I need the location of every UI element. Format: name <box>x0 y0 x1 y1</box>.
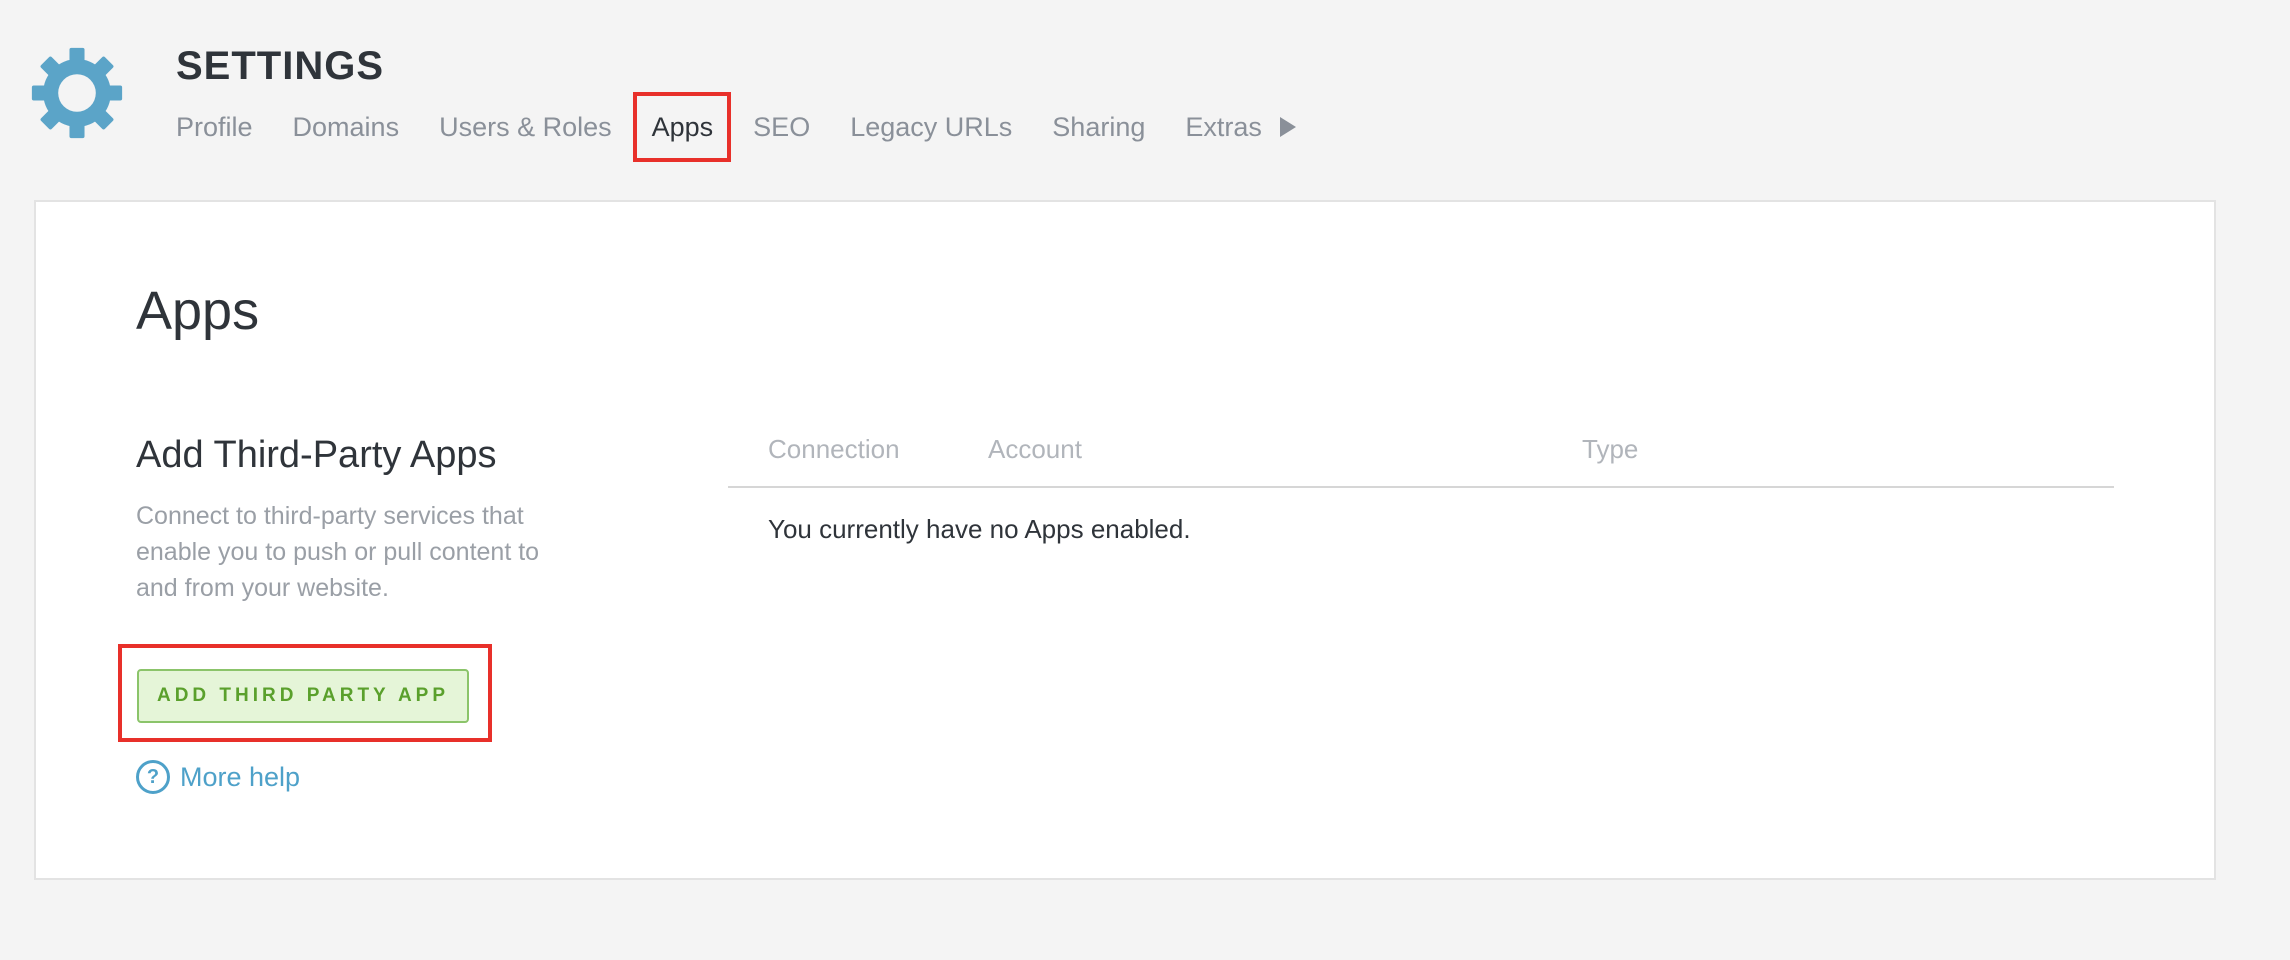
empty-state-message: You currently have no Apps enabled. <box>768 514 1191 544</box>
column-header-connection: Connection <box>768 434 900 464</box>
tab-domains[interactable]: Domains <box>293 104 400 150</box>
column-header-type: Type <box>1582 434 1639 464</box>
tab-sharing[interactable]: Sharing <box>1052 104 1145 150</box>
tab-profile[interactable]: Profile <box>176 104 253 150</box>
triangle-right-icon[interactable] <box>1279 117 1296 137</box>
settings-nav: Profile Domains Users & Roles Apps SEO L… <box>176 92 1296 162</box>
help-icon: ? <box>136 760 170 794</box>
tab-apps[interactable]: Apps <box>632 92 732 162</box>
add-third-party-app-button[interactable]: ADD THIRD PARTY APP <box>137 669 469 723</box>
table-header: Connection Account Type <box>728 420 2114 488</box>
tab-apps-label: Apps <box>651 112 714 142</box>
tab-legacy-urls[interactable]: Legacy URLs <box>850 104 1012 150</box>
apps-panel: Apps Add Third-Party Apps Connect to thi… <box>34 200 2216 880</box>
more-help-label: More help <box>180 761 301 792</box>
more-help-link[interactable]: ? More help <box>136 760 300 794</box>
section-description: Connect to third-party services that ena… <box>136 502 540 602</box>
settings-header: SETTINGS Profile Domains Users & Roles A… <box>0 0 2290 200</box>
page-title: Apps <box>136 281 260 341</box>
button-highlight-box: ADD THIRD PARTY APP <box>118 644 492 742</box>
tab-seo[interactable]: SEO <box>753 104 810 150</box>
apps-table: Connection Account Type You currently ha… <box>728 420 2114 544</box>
column-header-account: Account <box>988 434 1082 464</box>
gear-icon <box>31 47 123 139</box>
settings-title: SETTINGS <box>176 44 385 88</box>
tab-extras[interactable]: Extras <box>1185 104 1262 150</box>
tab-users-roles[interactable]: Users & Roles <box>439 104 612 150</box>
section-title: Add Third-Party Apps <box>136 434 497 476</box>
